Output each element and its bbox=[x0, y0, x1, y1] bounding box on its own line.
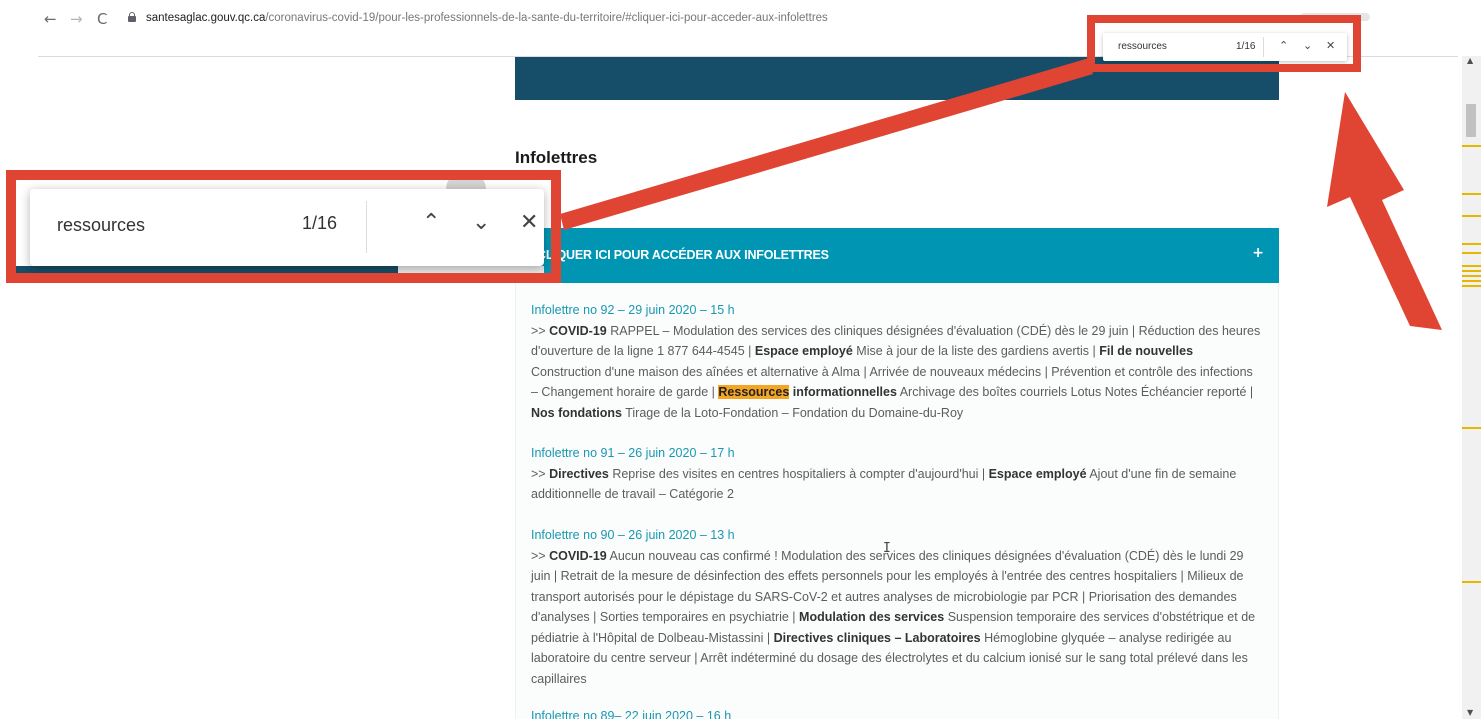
annotation-highlight-box bbox=[6, 170, 561, 283]
newsletter-title-link[interactable]: Infolettre no 91 – 26 juin 2020 – 17 h bbox=[531, 443, 1263, 464]
find-match-marker bbox=[1462, 275, 1481, 277]
newsletter-entry: Infolettre no 90 – 26 juin 2020 – 13 h >… bbox=[531, 525, 1263, 689]
scrollbar-thumb[interactable] bbox=[1466, 104, 1476, 137]
find-match-marker bbox=[1462, 265, 1481, 267]
find-match-marker bbox=[1462, 193, 1481, 195]
find-match-marker bbox=[1462, 270, 1481, 272]
newsletter-entry: Infolettre no 91 – 26 juin 2020 – 17 h >… bbox=[531, 443, 1263, 505]
reload-icon[interactable]: C bbox=[97, 9, 107, 29]
back-arrow-icon[interactable]: ← bbox=[44, 9, 57, 29]
annotation-arrow-icon bbox=[1327, 92, 1442, 330]
find-match-marker bbox=[1462, 243, 1481, 245]
section-title: Infolettres bbox=[515, 148, 598, 167]
forward-arrow-icon[interactable]: → bbox=[70, 9, 83, 29]
newsletter-entry: Infolettre no 89– 22 juin 2020 – 16 h bbox=[531, 706, 1263, 719]
annotation-highlight-box bbox=[1087, 15, 1361, 72]
text-cursor-icon: I bbox=[883, 541, 891, 556]
find-match-marker bbox=[1462, 215, 1481, 217]
vertical-scrollbar[interactable] bbox=[1462, 56, 1481, 719]
find-match-marker bbox=[1462, 285, 1481, 287]
address-bar[interactable]: santesaglac.gouv.qc.ca/coronavirus-covid… bbox=[146, 12, 828, 24]
url-path: /coronavirus-covid-19/pour-les-professio… bbox=[265, 12, 828, 24]
scroll-up-icon[interactable]: ▲ bbox=[1467, 56, 1473, 65]
newsletter-summary: >> COVID-19 Aucun nouveau cas confirmé !… bbox=[531, 548, 1256, 686]
lock-icon[interactable] bbox=[128, 12, 136, 22]
newsletter-title-link[interactable]: Infolettre no 90 – 26 juin 2020 – 13 h bbox=[531, 525, 1263, 546]
infolettres-accordion-header[interactable]: CLIQUER ICI POUR ACCÉDER AUX INFOLETTRES… bbox=[515, 228, 1279, 283]
find-match-marker bbox=[1462, 145, 1481, 147]
newsletter-title-link[interactable]: Infolettre no 92 – 29 juin 2020 – 15 h bbox=[531, 300, 1263, 321]
search-match-highlight: Ressources bbox=[718, 385, 790, 399]
newsletter-title-link[interactable]: Infolettre no 89– 22 juin 2020 – 16 h bbox=[531, 706, 1263, 719]
expand-plus-icon[interactable]: + bbox=[1252, 245, 1264, 261]
find-match-marker bbox=[1462, 280, 1481, 282]
newsletter-summary: >> Directives Reprise des visites en cen… bbox=[531, 466, 1237, 502]
newsletter-summary: >> COVID-19 RAPPEL – Modulation des serv… bbox=[531, 323, 1261, 420]
url-host: santesaglac.gouv.qc.ca bbox=[146, 12, 266, 24]
find-match-marker bbox=[1462, 252, 1481, 254]
find-match-marker bbox=[1462, 581, 1481, 583]
scroll-down-icon[interactable]: ▼ bbox=[1467, 708, 1473, 717]
find-match-marker bbox=[1462, 427, 1481, 429]
accordion-label: CLIQUER ICI POUR ACCÉDER AUX INFOLETTRES bbox=[537, 248, 829, 262]
newsletter-entry: Infolettre no 92 – 29 juin 2020 – 15 h >… bbox=[531, 300, 1263, 423]
